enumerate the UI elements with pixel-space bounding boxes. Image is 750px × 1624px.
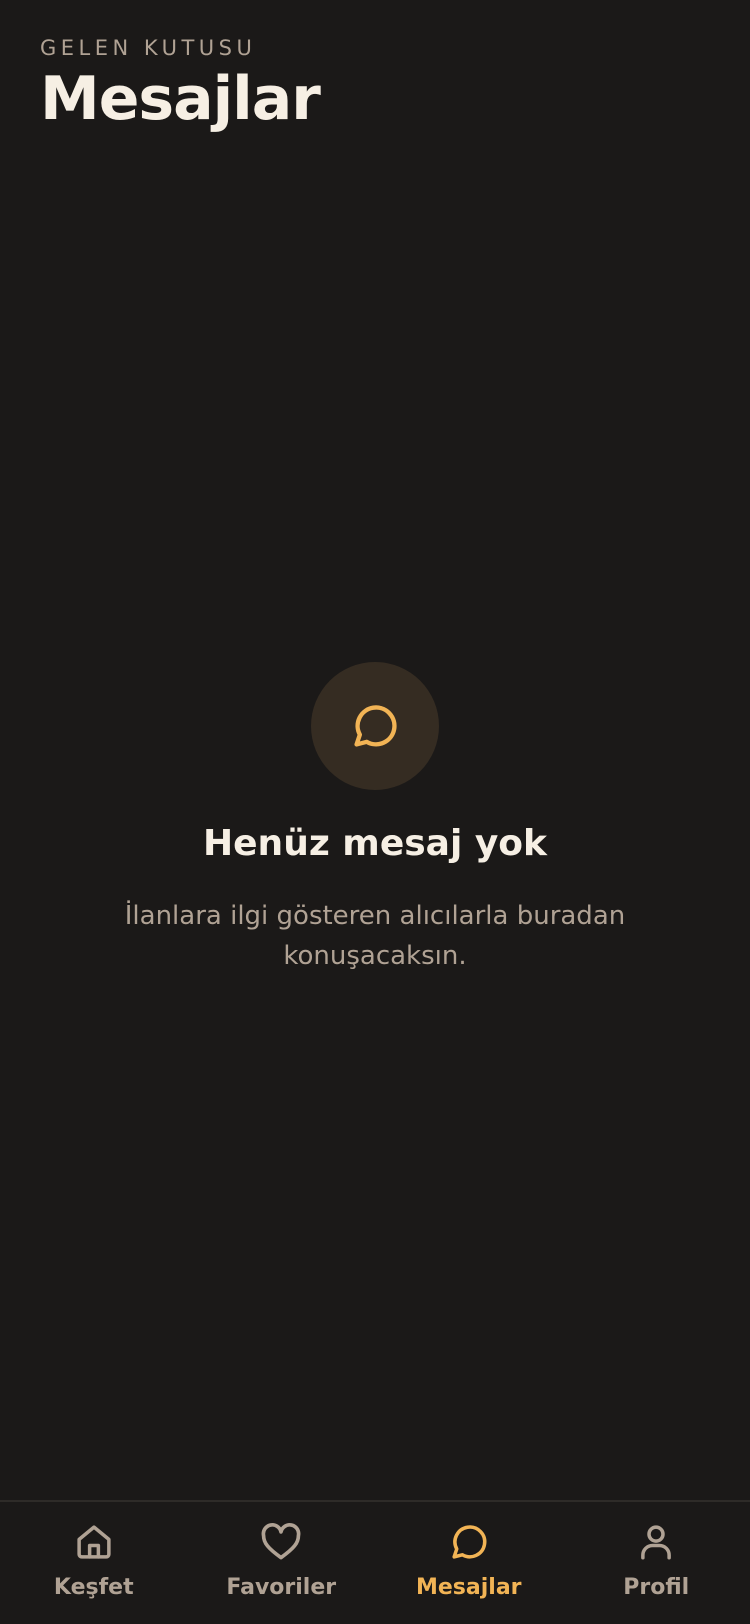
tab-favoriler[interactable]: Favoriler [188, 1502, 376, 1624]
chat-bubble-icon [447, 1520, 491, 1564]
tab-kesfet[interactable]: Keşfet [0, 1502, 188, 1624]
page-eyebrow: GELEN KUTUSU [40, 36, 257, 60]
page-header: GELEN KUTUSU Mesajlar [40, 34, 321, 134]
empty-state-icon-circle [311, 662, 439, 790]
bottom-tab-bar: Keşfet Favoriler Mesajlar Profil [0, 1500, 750, 1624]
empty-state-title: Henüz mesaj yok [203, 823, 547, 864]
tab-label: Profil [623, 1575, 690, 1600]
page-title: Mesajlar [40, 64, 321, 134]
tab-mesajlar[interactable]: Mesajlar [375, 1502, 563, 1624]
user-icon [634, 1520, 678, 1564]
empty-state: Henüz mesaj yok İlanlara ilgi gösteren a… [0, 662, 750, 976]
chat-bubble-icon [354, 705, 397, 747]
tab-label: Favoriler [226, 1575, 337, 1600]
tab-profil[interactable]: Profil [563, 1502, 750, 1624]
heart-icon [259, 1520, 303, 1564]
tab-label: Mesajlar [415, 1575, 522, 1600]
messages-screen: GELEN KUTUSU Mesajlar Henüz mesaj yok İl… [0, 0, 750, 1624]
tab-label: Keşfet [53, 1575, 134, 1600]
home-icon [72, 1520, 116, 1564]
empty-state-description: İlanlara ilgi gösteren alıcılarla burada… [124, 901, 626, 971]
